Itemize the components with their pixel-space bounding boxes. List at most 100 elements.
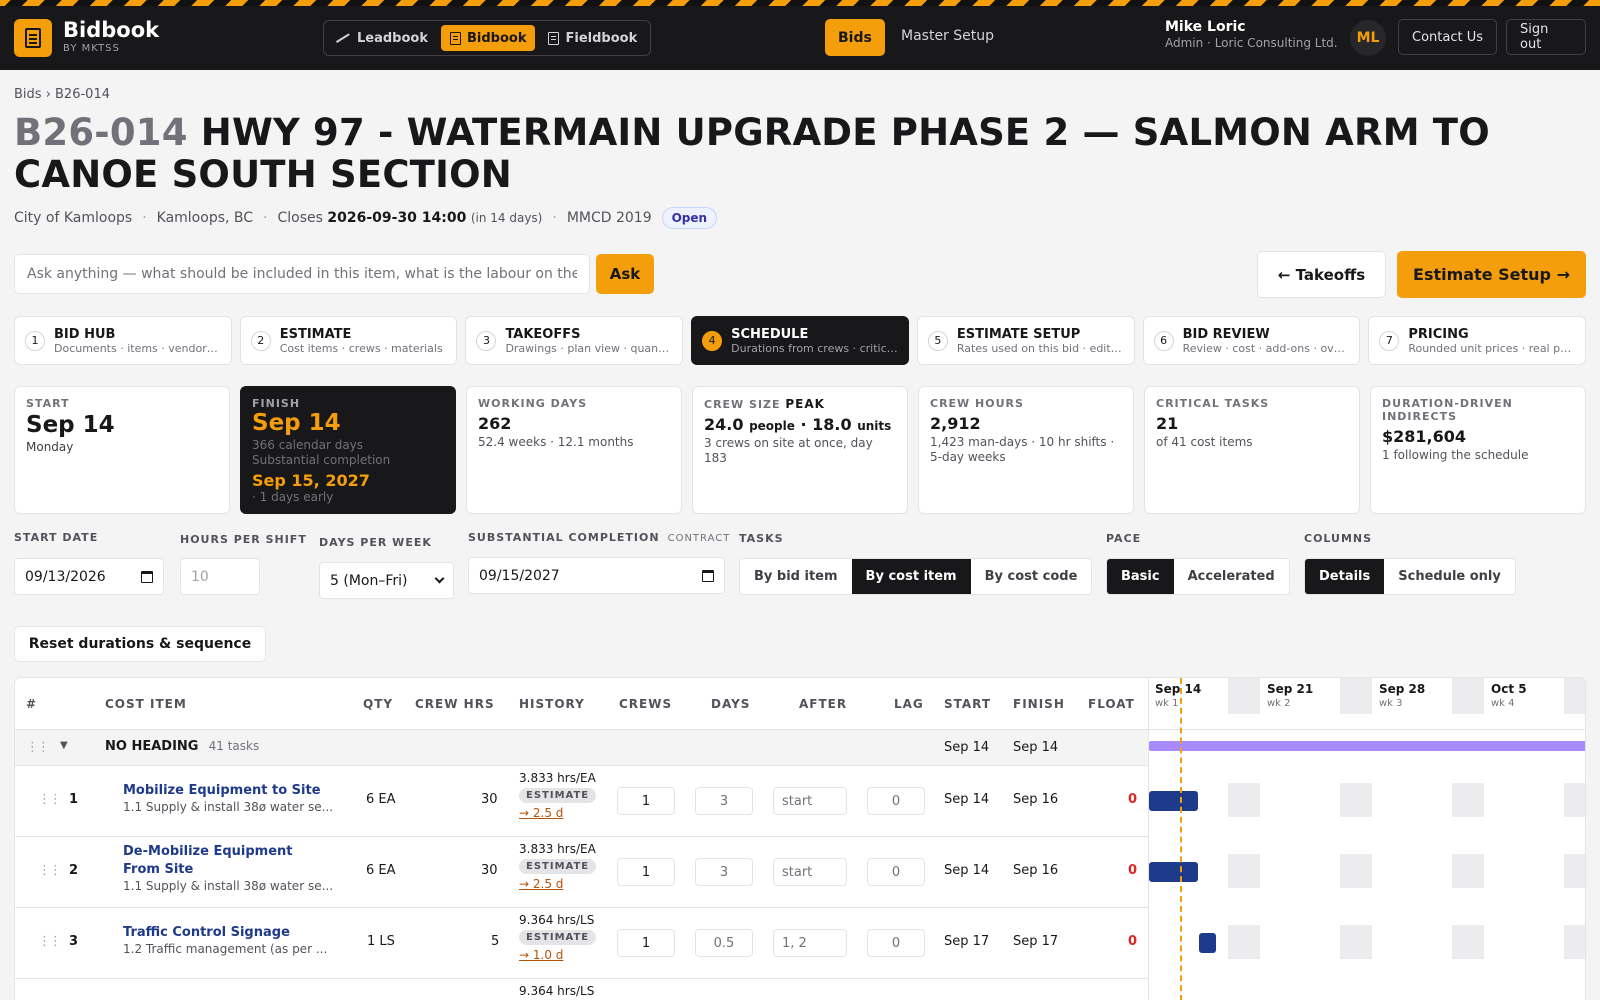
stat-value: $281,604 — [1382, 427, 1467, 446]
history: 9.364 hrs/LS ESTIMATE → 1.0 d — [519, 913, 597, 962]
cost-item-name[interactable]: De-Mobilize Equipment — [123, 843, 333, 861]
stat-sub: Substantial completion — [252, 453, 391, 467]
table-row[interactable]: ⋮⋮ 3 Traffic Control Signage 1.2 Traffic… — [15, 908, 1148, 979]
avatar[interactable]: ML — [1350, 20, 1386, 56]
gantt-group-bar[interactable] — [1149, 741, 1585, 751]
crew-hrs: 30 — [481, 863, 498, 878]
contact-us-button[interactable]: Contact Us — [1398, 19, 1497, 55]
calendar-icon[interactable] — [702, 569, 714, 582]
stat-finish: FINISH Sep 14 366 calendar days Substant… — [240, 386, 456, 514]
tasks-by-bid-item[interactable]: By bid item — [740, 559, 852, 594]
bidbook-logo-icon[interactable] — [14, 19, 52, 57]
breadcrumb[interactable]: Bids › B26-014 — [14, 87, 110, 102]
qty: 6 EA — [366, 792, 396, 807]
collapse-chevron-icon[interactable]: ▼ — [60, 740, 68, 751]
step-schedule[interactable]: 4 SCHEDULE Durations from crews · critica… — [691, 316, 909, 365]
ask-button[interactable]: Ask — [596, 254, 654, 294]
days-per-week-select[interactable]: 5 (Mon–Fri) — [319, 562, 454, 599]
after-input[interactable]: 1, 2 — [773, 929, 847, 957]
cost-item-name-cont[interactable]: From Site — [123, 861, 333, 879]
step-bid-hub[interactable]: 1 BID HUBDocuments · items · vendor quot… — [14, 316, 232, 365]
step-estimate-setup[interactable]: 5 ESTIMATE SETUP Rates used on this bid ·… — [916, 316, 1135, 365]
table-row[interactable]: ⋮⋮ 1 Mobilize Equipment to Site 1.1 Supp… — [15, 766, 1148, 837]
after-input[interactable]: start — [773, 858, 847, 886]
history-duration-link[interactable]: → 2.5 d — [519, 806, 596, 820]
nav-master-setup[interactable]: Master Setup — [901, 28, 994, 44]
columns-label: COLUMNS — [1304, 532, 1373, 545]
sign-out-button[interactable]: Sign out — [1506, 19, 1586, 55]
columns-details[interactable]: Details — [1305, 559, 1385, 594]
columns-schedule-only[interactable]: Schedule only — [1384, 559, 1515, 594]
step-sub: Drawings · plan view · quantities — [505, 341, 673, 355]
back-takeoffs-button[interactable]: ← Takeoffs — [1257, 251, 1386, 298]
gantt-task-bar[interactable] — [1149, 791, 1198, 811]
cost-item[interactable]: De-Mobilize Equipment From Site 1.1 Supp… — [123, 843, 333, 893]
cost-item[interactable]: Mobilize Equipment to Site 1.1 Supply & … — [123, 782, 333, 814]
drag-handle-icon[interactable]: ⋮⋮ — [38, 792, 62, 807]
drag-handle-icon[interactable]: ⋮⋮ — [38, 863, 62, 878]
hours-per-shift-input[interactable]: 10 — [180, 558, 260, 595]
substantial-completion-input[interactable]: 09/15/2027 — [468, 557, 725, 594]
tasks-by-cost-item[interactable]: By cost item — [851, 559, 971, 594]
group-row[interactable]: ⋮⋮ ▼ NO HEADING 41 tasks Sep 14 Sep 14 — [15, 730, 1148, 766]
bid-closes: Closes 2026-09-30 14:00 (in 14 days) — [277, 210, 543, 226]
user-name: Mike Loric — [1165, 19, 1246, 35]
stat-sub: 52.4 weeks · 12.1 months — [478, 435, 634, 449]
step-pricing[interactable]: 7 PRICING Rounded unit prices · real pric… — [1368, 316, 1587, 365]
user-role: Admin · Loric Consulting Ltd. — [1165, 36, 1338, 50]
weekend-shade — [1340, 925, 1372, 959]
step-estimate[interactable]: 2 ESTIMATE Cost items · crews · materials — [239, 316, 458, 365]
crews-input[interactable]: 1 — [617, 929, 675, 957]
schedule-table: # COST ITEM QTY CREW HRS HISTORY CREWS D… — [14, 677, 1586, 1000]
stat-value: 2,912 — [930, 414, 981, 433]
stat-value: Sep 14 — [26, 412, 115, 438]
history-duration-link[interactable]: → 1.0 d — [519, 948, 596, 962]
tasks-by-cost-code[interactable]: By cost code — [971, 559, 1092, 594]
pace-basic[interactable]: Basic — [1107, 559, 1174, 594]
col-crews: CREWS — [619, 697, 673, 711]
start-date-label: START DATE — [14, 531, 99, 544]
cost-item[interactable]: Traffic Control Signage 1.2 Traffic mana… — [123, 924, 327, 956]
user-info: Mike Loric Admin · Loric Consulting Ltd. — [1165, 19, 1338, 50]
app-fieldbook[interactable]: Fieldbook — [539, 25, 646, 51]
lag-input[interactable]: 0 — [867, 787, 925, 815]
days-input[interactable]: 3 — [695, 858, 753, 886]
step-sub: Documents · items · vendor quotes — [54, 341, 221, 355]
ask-input[interactable] — [14, 254, 590, 294]
gantt-task-bar[interactable] — [1149, 862, 1198, 882]
crews-input[interactable]: 1 — [617, 858, 675, 886]
days-input[interactable]: 0.5 — [695, 929, 753, 957]
row-finish: Sep 17 — [1013, 934, 1059, 949]
after-input[interactable]: start — [773, 787, 847, 815]
start-date-input[interactable]: 09/13/2026 — [14, 558, 164, 595]
table-row[interactable]: ⋮⋮ 2 De-Mobilize Equipment From Site 1.1… — [15, 837, 1148, 908]
step-number: 2 — [250, 330, 271, 351]
calendar-icon[interactable] — [141, 570, 153, 583]
crews-input[interactable]: 1 — [617, 787, 675, 815]
step-bid-review[interactable]: 6 BID REVIEW Review · cost · add-ons · ov… — [1142, 316, 1361, 365]
drag-handle-icon[interactable]: ⋮⋮ — [38, 934, 62, 949]
nav-bids[interactable]: Bids — [825, 19, 885, 56]
lag-input[interactable]: 0 — [867, 929, 925, 957]
brand: Bidbook BY MKTSS — [63, 18, 159, 54]
row-start: Sep 14 — [944, 792, 990, 807]
history-duration-link[interactable]: → 2.5 d — [519, 877, 596, 891]
reset-durations-button[interactable]: Reset durations & sequence — [14, 626, 266, 662]
lag-input[interactable]: 0 — [867, 858, 925, 886]
days-input[interactable]: 3 — [695, 787, 753, 815]
app-leadbook[interactable]: Leadbook — [328, 25, 437, 51]
stat-sub: 1 following the schedule — [1382, 448, 1529, 462]
drag-handle-icon[interactable]: ⋮⋮ — [26, 740, 50, 755]
table-row[interactable]: 9.364 hrs/LS — [15, 979, 1148, 1000]
cost-item-name[interactable]: Mobilize Equipment to Site — [123, 782, 333, 800]
bid-meta: City of Kamloops · Kamloops, BC · Closes… — [14, 207, 718, 229]
step-takeoffs[interactable]: 3 TAKEOFFS Drawings · plan view · quantit… — [465, 316, 684, 365]
pace-accelerated[interactable]: Accelerated — [1174, 559, 1289, 594]
app-bidbook[interactable]: Bidbook — [441, 25, 536, 51]
cost-item-sub: 1.1 Supply & install 38ø water se... — [123, 800, 334, 814]
weekend-shade — [1228, 854, 1260, 888]
col-lag: LAG — [894, 697, 924, 711]
cost-item-name[interactable]: Traffic Control Signage — [123, 924, 327, 942]
next-estimate-setup-button[interactable]: Estimate Setup → — [1397, 251, 1586, 298]
gantt-task-bar[interactable] — [1199, 933, 1216, 953]
